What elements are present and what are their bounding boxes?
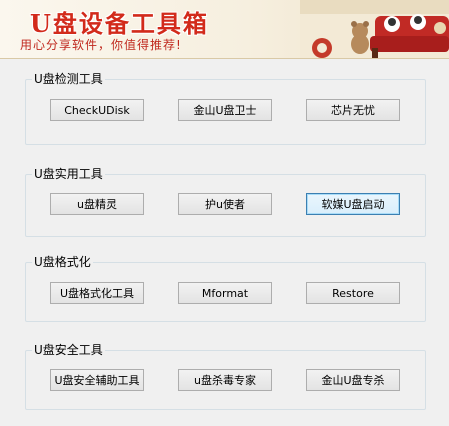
app-slogan: 用心分享软件，你值得推荐!: [20, 38, 182, 52]
usb-wizard-button[interactable]: u盘精灵: [50, 193, 144, 215]
group-usb-format: U盘格式化 U盘格式化工具 Mformat Restore: [25, 254, 426, 322]
chip-wuyou-button[interactable]: 芯片无忧: [306, 99, 400, 121]
usb-security-assistant-button[interactable]: U盘安全辅助工具: [50, 369, 144, 391]
sofa-teddy-illustration: [300, 0, 449, 58]
restore-button[interactable]: Restore: [306, 282, 400, 304]
group-title: U盘检测工具: [32, 71, 105, 87]
app-title: U盘设备工具箱: [30, 9, 209, 38]
group-usb-utilities: U盘实用工具 u盘精灵 护u使者 软媒U盘启动: [25, 166, 426, 237]
usb-antivirus-expert-button[interactable]: u盘杀毒专家: [178, 369, 272, 391]
group-title: U盘安全工具: [32, 342, 105, 358]
kingsoft-usb-killer-button[interactable]: 金山U盘专杀: [306, 369, 400, 391]
group-title: U盘实用工具: [32, 166, 105, 182]
ruanmei-usb-boot-button[interactable]: 软媒U盘启动: [306, 193, 400, 215]
group-usb-detection: U盘检测工具 CheckUDisk 金山U盘卫士 芯片无忧: [25, 71, 426, 145]
checkudisk-button[interactable]: CheckUDisk: [50, 99, 144, 121]
usb-guardian-button[interactable]: 护u使者: [178, 193, 272, 215]
header-banner: U盘设备工具箱 用心分享软件，你值得推荐!: [0, 0, 449, 59]
usb-format-tool-button[interactable]: U盘格式化工具: [50, 282, 144, 304]
group-title: U盘格式化: [32, 254, 93, 270]
kingsoft-usb-guard-button[interactable]: 金山U盘卫士: [178, 99, 272, 121]
group-usb-security: U盘安全工具 U盘安全辅助工具 u盘杀毒专家 金山U盘专杀: [25, 342, 426, 410]
mformat-button[interactable]: Mformat: [178, 282, 272, 304]
